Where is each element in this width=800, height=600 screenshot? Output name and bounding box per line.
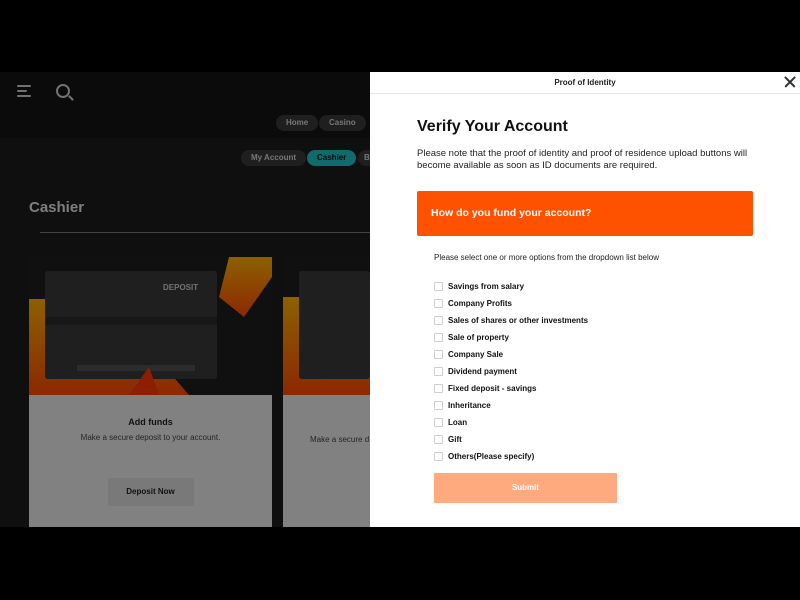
- checkbox[interactable]: [434, 384, 443, 393]
- checkbox[interactable]: [434, 299, 443, 308]
- card-description: Make a secure d: [310, 435, 370, 444]
- checkbox[interactable]: [434, 282, 443, 291]
- option-label: Gift: [448, 435, 462, 444]
- option-label: Sale of property: [448, 333, 509, 342]
- verify-title: Verify Your Account: [417, 118, 568, 135]
- nav-pill-home[interactable]: Home: [276, 115, 319, 131]
- option-label: Dividend payment: [448, 367, 517, 376]
- checkbox[interactable]: [434, 350, 443, 359]
- tab-cashier[interactable]: Cashier: [307, 150, 357, 166]
- option-savings-from-salary[interactable]: Savings from salary: [434, 278, 588, 295]
- option-sale-of-property[interactable]: Sale of property: [434, 329, 588, 346]
- option-inheritance[interactable]: Inheritance: [434, 397, 588, 414]
- funding-options: Savings from salary Company Profits Sale…: [434, 278, 588, 465]
- hamburger-menu-icon[interactable]: [17, 85, 33, 97]
- checkbox[interactable]: [434, 333, 443, 342]
- panel-header: Proof of Identity: [370, 72, 800, 94]
- panel-header-title: Proof of Identity: [554, 78, 616, 87]
- background-page: Home Casino My Account Cashier B Cashier: [0, 72, 376, 527]
- option-label: Sales of shares or other investments: [448, 316, 589, 325]
- proof-of-identity-panel: Proof of Identity Verify Your Account Pl…: [370, 72, 800, 527]
- search-icon[interactable]: [56, 84, 70, 98]
- option-company-sale[interactable]: Company Sale: [434, 346, 588, 363]
- nav-pill-casino[interactable]: Casino: [319, 115, 366, 131]
- funding-question: How do you fund your account?: [417, 191, 753, 236]
- option-sales-of-shares[interactable]: Sales of shares or other investments: [434, 312, 588, 329]
- withdraw-card: Make a secure d: [283, 257, 370, 527]
- option-label: Company Sale: [448, 350, 504, 359]
- option-label: Loan: [448, 418, 468, 427]
- option-label: Fixed deposit - savings: [448, 384, 537, 393]
- deposit-art-label: DEPOSIT: [163, 283, 198, 292]
- tab-my-account[interactable]: My Account: [241, 150, 307, 166]
- option-label: Company Profits: [448, 299, 513, 308]
- option-label: Inheritance: [448, 401, 491, 410]
- option-gift[interactable]: Gift: [434, 431, 588, 448]
- checkbox[interactable]: [434, 401, 443, 410]
- select-hint: Please select one or more options from t…: [434, 253, 660, 262]
- withdraw-card-body: Make a secure d: [283, 395, 370, 527]
- option-fixed-deposit[interactable]: Fixed deposit - savings: [434, 380, 588, 397]
- option-label: Others(Please specify): [448, 452, 535, 461]
- deposit-card-body: Add funds Make a secure deposit to your …: [29, 395, 272, 527]
- close-icon[interactable]: [784, 76, 796, 88]
- option-dividend-payment[interactable]: Dividend payment: [434, 363, 588, 380]
- option-others[interactable]: Others(Please specify): [434, 448, 588, 465]
- deposit-illustration: DEPOSIT: [29, 257, 272, 395]
- checkbox[interactable]: [434, 418, 443, 427]
- verify-note: Please note that the proof of identity a…: [417, 148, 748, 171]
- card-description: Make a secure deposit to your account.: [80, 433, 221, 442]
- page-title: Cashier: [29, 199, 85, 216]
- checkbox[interactable]: [434, 367, 443, 376]
- checkbox[interactable]: [434, 452, 443, 461]
- checkbox[interactable]: [434, 316, 443, 325]
- option-label: Savings from salary: [448, 282, 525, 291]
- deposit-now-button[interactable]: Deposit Now: [107, 478, 194, 506]
- deposit-card: DEPOSIT Add funds Make a secure deposit …: [29, 257, 272, 527]
- card-title: Add funds: [128, 417, 173, 427]
- option-loan[interactable]: Loan: [434, 414, 588, 431]
- option-company-profits[interactable]: Company Profits: [434, 295, 588, 312]
- checkbox[interactable]: [434, 435, 443, 444]
- divider: [40, 232, 370, 233]
- viewport: Home Casino My Account Cashier B Cashier: [0, 72, 800, 527]
- submit-button[interactable]: Submit: [434, 473, 617, 503]
- withdraw-illustration: [283, 257, 370, 395]
